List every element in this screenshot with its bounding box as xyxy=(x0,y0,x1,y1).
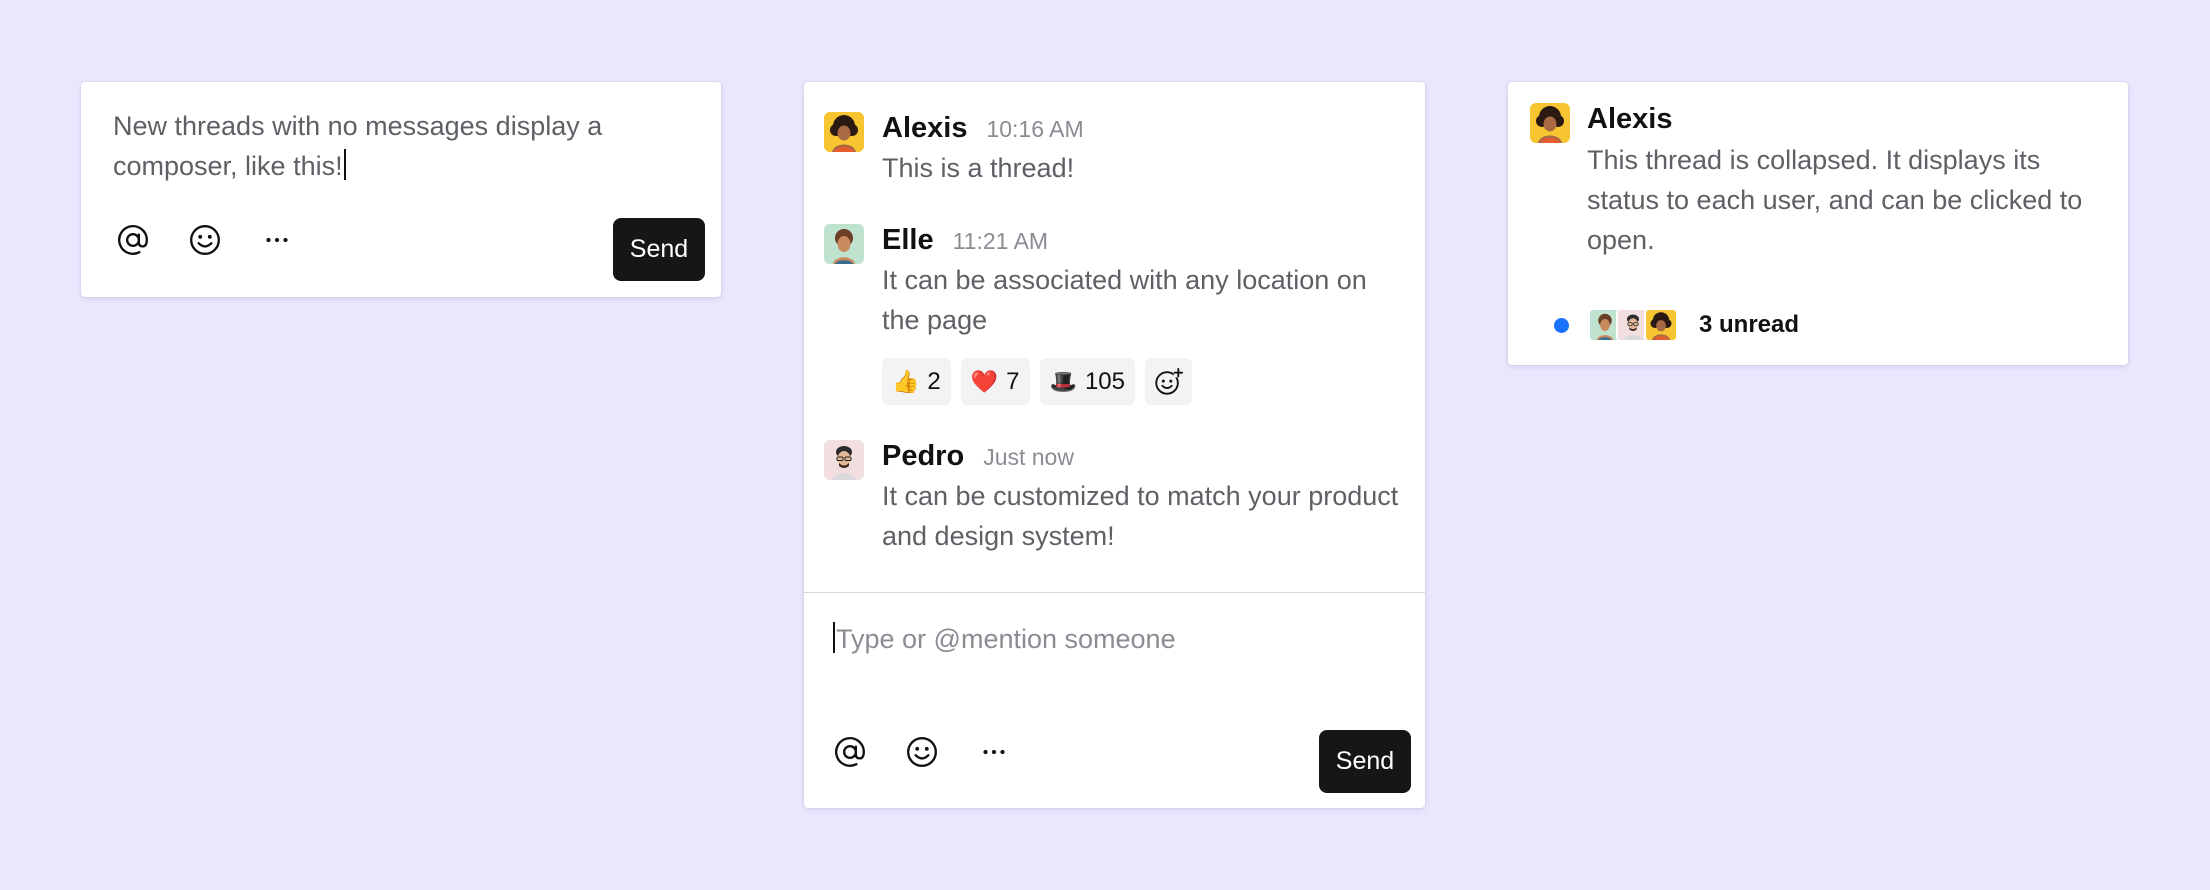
add-reaction-button[interactable] xyxy=(1144,358,1192,405)
message-text: This is a thread! xyxy=(882,153,1075,183)
emoji-button[interactable] xyxy=(183,218,227,262)
message-author: Elle xyxy=(882,224,934,256)
mention-button[interactable] xyxy=(828,730,872,774)
message-timestamp: 11:21 AM xyxy=(952,228,1049,254)
reaction-thumbs-up[interactable]: 👍 2 xyxy=(882,358,951,405)
alexis-avatar xyxy=(1644,308,1678,342)
emoji-button[interactable] xyxy=(900,730,944,774)
top-hat-icon: 🎩 xyxy=(1049,368,1077,394)
alexis-avatar xyxy=(824,112,864,152)
ellipsis-icon xyxy=(977,735,1011,769)
reply-toolbar xyxy=(828,730,1044,774)
composer-text: New threads with no messages display a c… xyxy=(113,111,603,181)
thread-status: 3 unread xyxy=(1554,308,1799,342)
thumbs-up-icon: 👍 xyxy=(892,368,920,394)
ellipsis-icon xyxy=(260,223,294,257)
reaction-count: 7 xyxy=(1006,367,1020,395)
reaction-top-hat[interactable]: 🎩 105 xyxy=(1039,358,1135,405)
message-author: Alexis xyxy=(882,112,968,144)
more-options-button[interactable] xyxy=(255,218,299,262)
heart-icon: ❤️ xyxy=(970,368,999,394)
unread-dot xyxy=(1554,317,1569,333)
message-timestamp: 10:16 AM xyxy=(986,116,1084,142)
thread-card: Alexis 10:16 AM This is a thread! Elle 1… xyxy=(804,82,1425,808)
send-button[interactable]: Send xyxy=(613,218,705,281)
message-timestamp: Just now xyxy=(983,444,1074,470)
mention-button[interactable] xyxy=(111,218,155,262)
message-author: Pedro xyxy=(882,440,965,472)
composer-toolbar xyxy=(111,218,327,262)
reactions-row: 👍 2 ❤️ 7 🎩 105 xyxy=(882,358,1402,405)
at-sign-icon xyxy=(833,735,867,769)
text-caret xyxy=(833,622,835,653)
send-button[interactable]: Send xyxy=(1319,730,1411,793)
composer-input[interactable]: New threads with no messages display a c… xyxy=(113,106,693,186)
composer-divider xyxy=(804,592,1425,593)
elle-avatar xyxy=(824,224,864,264)
new-thread-composer-card: New threads with no messages display a c… xyxy=(81,82,721,297)
smiley-icon xyxy=(905,735,939,769)
unread-count: 3 unread xyxy=(1699,311,1800,338)
reply-placeholder: Type or @mention someone xyxy=(836,624,1176,654)
smiley-icon xyxy=(188,223,222,257)
add-reaction-icon xyxy=(1155,367,1184,395)
collapsed-thread-card[interactable]: Alexis This thread is collapsed. It disp… xyxy=(1508,82,2128,365)
reaction-count: 105 xyxy=(1084,367,1125,395)
reaction-heart[interactable]: ❤️ 7 xyxy=(960,358,1030,405)
message-text: It can be associated with any location o… xyxy=(882,265,1367,335)
reply-input[interactable]: Type or @mention someone xyxy=(833,619,1393,659)
pedro-avatar xyxy=(824,440,864,480)
message-text: It can be customized to match your produ… xyxy=(882,481,1399,551)
alexis-avatar xyxy=(1530,103,1570,143)
text-caret xyxy=(343,149,346,180)
reaction-count: 2 xyxy=(927,367,941,395)
message-text: This thread is collapsed. It displays it… xyxy=(1587,145,2083,255)
message-author: Alexis xyxy=(1587,103,1673,135)
more-options-button[interactable] xyxy=(972,730,1016,774)
at-sign-icon xyxy=(116,223,150,257)
participant-avatars xyxy=(1588,308,1678,342)
